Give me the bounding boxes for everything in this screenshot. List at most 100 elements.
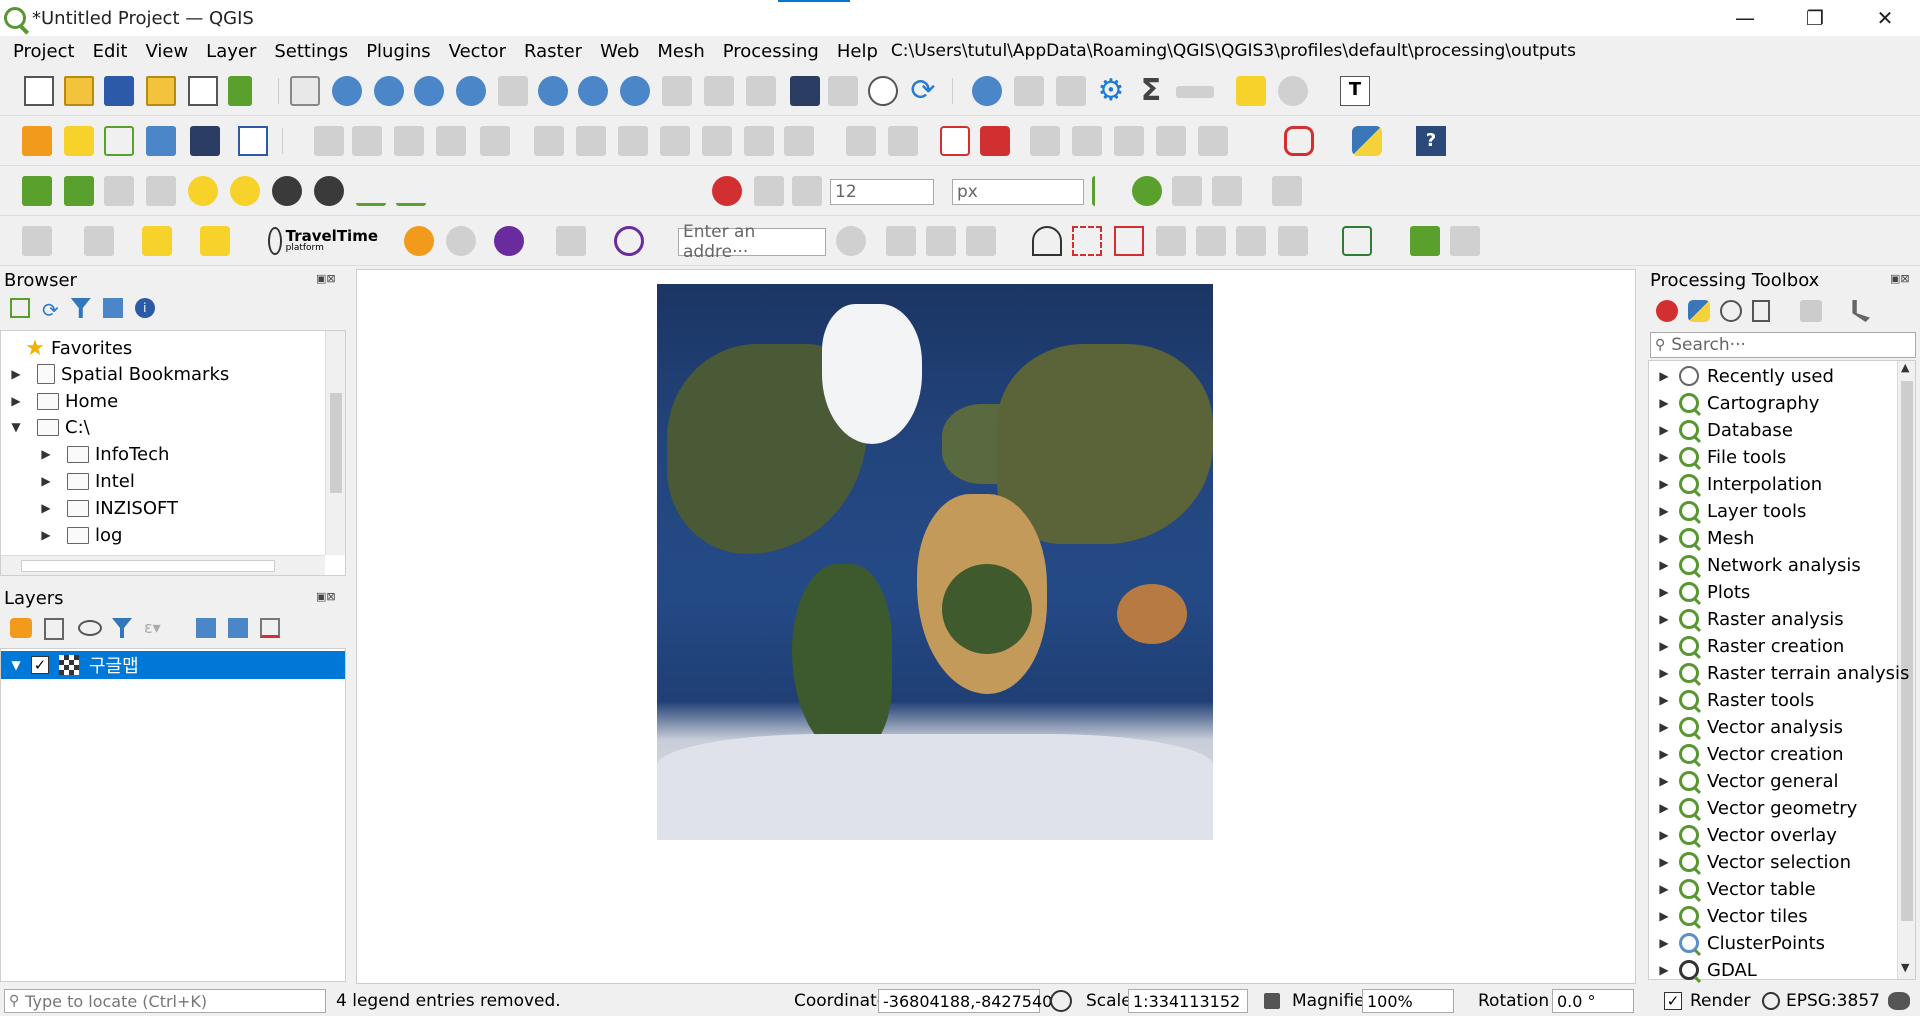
processing-item[interactable]: ▶ Mesh: [1657, 525, 1754, 551]
virtual-layer-icon[interactable]: [190, 126, 220, 156]
tracing-icon[interactable]: [1272, 176, 1302, 206]
cut-features-icon[interactable]: [618, 126, 648, 156]
sigma-icon[interactable]: Σ: [1136, 76, 1166, 106]
menu-help[interactable]: Help: [828, 41, 887, 62]
zoom-to-selection-icon[interactable]: [498, 76, 528, 106]
pin-label-icon[interactable]: [980, 126, 1010, 156]
expand-arrow-icon[interactable]: ▶: [39, 501, 53, 515]
expand-arrow-icon[interactable]: ▶: [1657, 666, 1671, 680]
collapse-all-icon[interactable]: [102, 298, 123, 318]
history-icon[interactable]: [1720, 300, 1742, 322]
undo-icon[interactable]: [744, 126, 774, 156]
expand-arrow-icon[interactable]: ▶: [1657, 396, 1671, 410]
processing-search-input[interactable]: ⚲ Search···: [1650, 332, 1916, 358]
expand-arrow-icon[interactable]: ▶: [39, 474, 53, 488]
style-manager-icon[interactable]: [228, 76, 252, 106]
copy-features-icon[interactable]: [660, 126, 690, 156]
extent-icon[interactable]: [1072, 226, 1102, 256]
new-print-layout-icon[interactable]: [146, 76, 176, 106]
plugin-purple-icon[interactable]: [494, 226, 524, 256]
snap-unit-select[interactable]: px: [952, 179, 1084, 205]
processing-item[interactable]: ▶ GDAL: [1657, 957, 1756, 983]
filter-plugin-icon[interactable]: [556, 226, 586, 256]
browser-item-infotech[interactable]: ▶ InfoTech: [39, 441, 169, 467]
remove-layer-icon[interactable]: [260, 618, 280, 638]
download-plugin-icon[interactable]: [1342, 226, 1372, 256]
snap-tolerance-input[interactable]: 12: [830, 179, 934, 205]
scroll-up-arrow-icon[interactable]: ▲: [1901, 361, 1913, 377]
edit-features-inplace-icon[interactable]: [1800, 300, 1822, 322]
close-button[interactable]: ✕: [1850, 0, 1920, 36]
stretch-local-icon[interactable]: [146, 176, 176, 206]
collapse-arrow-icon[interactable]: ▼: [9, 420, 23, 434]
processing-item[interactable]: ▶ Database: [1657, 417, 1793, 443]
rotation-spinbox[interactable]: 0.0 °: [1552, 989, 1634, 1013]
current-edits-icon[interactable]: [314, 126, 344, 156]
scrollbar-thumb[interactable]: [1901, 381, 1913, 921]
decrease-brightness-icon[interactable]: [230, 176, 260, 206]
crs-globe-icon[interactable]: [1762, 992, 1780, 1010]
expand-arrow-icon[interactable]: ▶: [1657, 585, 1671, 599]
expand-arrow-icon[interactable]: ▶: [1657, 801, 1671, 815]
processing-item[interactable]: ▶ Interpolation: [1657, 471, 1822, 497]
menu-layer[interactable]: Layer: [197, 41, 265, 62]
decrease-contrast-icon[interactable]: [314, 176, 344, 206]
stretch-full-icon[interactable]: [104, 176, 134, 206]
map-canvas[interactable]: [356, 269, 1636, 984]
processing-item[interactable]: ▶ File tools: [1657, 444, 1786, 470]
processing-item[interactable]: ▶ Vector geometry: [1657, 795, 1857, 821]
zoom-native-icon[interactable]: [578, 76, 608, 106]
expand-arrow-icon[interactable]: ▶: [1657, 423, 1671, 437]
save-edits-icon[interactable]: [394, 126, 424, 156]
data-source-manager-icon[interactable]: [22, 126, 52, 156]
deselect-features-icon[interactable]: [142, 226, 172, 256]
add-feature-icon[interactable]: [436, 126, 466, 156]
menu-settings[interactable]: Settings: [265, 41, 357, 62]
redo-icon[interactable]: [784, 126, 814, 156]
layout-manager-icon[interactable]: [188, 76, 218, 106]
snapping-type-icon[interactable]: [792, 176, 822, 206]
map-tips-icon[interactable]: [1236, 76, 1266, 106]
menu-vector[interactable]: Vector: [440, 41, 515, 62]
toggle-editing-icon[interactable]: [352, 126, 382, 156]
browser-item-inzisoft[interactable]: ▶ INZISOFT: [39, 495, 178, 521]
magnifier-spinbox[interactable]: 100%: [1362, 989, 1454, 1013]
gamma-up-icon[interactable]: [356, 176, 386, 206]
expand-arrow-icon[interactable]: ▶: [1657, 882, 1671, 896]
processing-item[interactable]: ▶ Layer tools: [1657, 498, 1806, 524]
new-map-view-icon[interactable]: [704, 76, 734, 106]
snap-intersections-icon[interactable]: [1172, 176, 1202, 206]
add-attribute-icon[interactable]: [200, 226, 230, 256]
browser-item-spatial-bookmarks[interactable]: ▶ Spatial Bookmarks: [9, 361, 229, 387]
increase-contrast-icon[interactable]: [272, 176, 302, 206]
change-label-icon[interactable]: [1156, 126, 1186, 156]
processing-dock-buttons[interactable]: ▣⊠: [1890, 272, 1910, 285]
menu-web[interactable]: Web: [591, 41, 648, 62]
expand-arrow-icon[interactable]: ▶: [1657, 720, 1671, 734]
increase-brightness-icon[interactable]: [188, 176, 218, 206]
expand-arrow-icon[interactable]: ▶: [1657, 558, 1671, 572]
expand-arrow-icon[interactable]: ▶: [1657, 936, 1671, 950]
statistical-summary-icon[interactable]: [1056, 76, 1086, 106]
processing-item[interactable]: ▶ Plots: [1657, 579, 1750, 605]
toggle-extents-icon[interactable]: [1050, 990, 1072, 1012]
browser-item-log[interactable]: ▶ log: [39, 522, 122, 548]
topological-editing-icon[interactable]: [1092, 176, 1122, 206]
browser-item-home[interactable]: ▶ Home: [9, 388, 118, 414]
self-snapping-icon[interactable]: [1212, 176, 1242, 206]
delete-selected-icon[interactable]: [576, 126, 606, 156]
python-console-icon[interactable]: [1352, 126, 1382, 156]
processing-item[interactable]: ▶ Raster creation: [1657, 633, 1844, 659]
open-layer-styling-icon[interactable]: [10, 618, 32, 638]
new-shapefile-icon[interactable]: [104, 126, 134, 156]
processing-item[interactable]: ▶ Raster tools: [1657, 687, 1814, 713]
crs-label[interactable]: EPSG:3857: [1786, 991, 1880, 1011]
processing-item[interactable]: ▶ Vector tiles: [1657, 903, 1807, 929]
gamma-down-icon[interactable]: [396, 176, 426, 206]
processing-item[interactable]: ▶ Vector overlay: [1657, 822, 1837, 848]
plugin-extra-icon[interactable]: [1450, 226, 1480, 256]
browser-horizontal-scrollbar[interactable]: [1, 555, 325, 575]
render-checkbox[interactable]: ✓: [1664, 992, 1682, 1010]
expand-arrow-icon[interactable]: ▶: [1657, 693, 1671, 707]
filter-legend-icon[interactable]: [112, 618, 132, 638]
